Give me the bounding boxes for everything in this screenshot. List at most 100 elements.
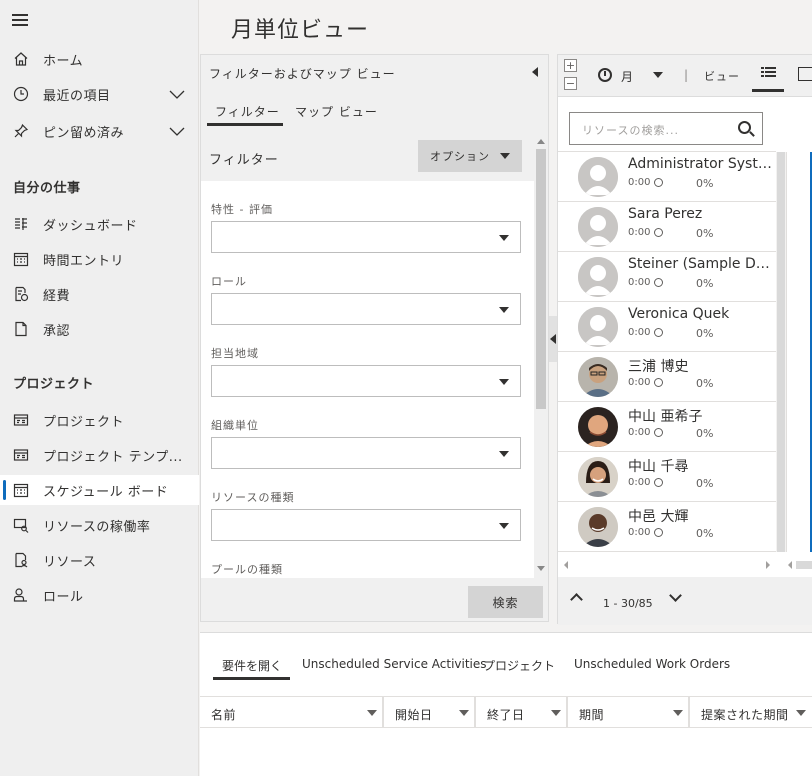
resource-row[interactable]: Sara Perez 0:00 0% bbox=[558, 202, 776, 252]
resource-row[interactable]: Veronica Quek 0:00 0% bbox=[558, 302, 776, 352]
sidebar-item-project-templates[interactable]: プロジェクト テンプ... bbox=[0, 440, 199, 470]
column-header-duration[interactable]: 期間 bbox=[568, 697, 690, 727]
column-label: 期間 bbox=[579, 708, 605, 722]
chevron-down-icon[interactable] bbox=[669, 589, 682, 602]
hamburger-menu-icon[interactable] bbox=[12, 14, 28, 26]
tab-projects[interactable]: プロジェクト bbox=[483, 657, 555, 674]
active-tab-indicator bbox=[213, 677, 290, 680]
sidebar-item-schedule-board[interactable]: スケジュール ボード bbox=[0, 475, 199, 505]
list-view-icon[interactable] bbox=[753, 55, 784, 91]
clock-icon bbox=[598, 68, 612, 82]
chevron-down-icon[interactable] bbox=[169, 123, 185, 139]
filter-panel-header: フィルターおよびマップ ビュー bbox=[209, 67, 396, 81]
clock-icon bbox=[654, 478, 663, 487]
scroll-thumb[interactable] bbox=[796, 561, 812, 569]
sidebar-item-time-entry[interactable]: 時間エントリ bbox=[0, 244, 199, 274]
resource-utilization: 0% bbox=[696, 427, 714, 440]
panel-splitter[interactable] bbox=[549, 316, 557, 362]
zoom-in-button[interactable]: + bbox=[564, 59, 577, 72]
sidebar-item-resources[interactable]: リソース bbox=[0, 545, 199, 575]
scroll-right-icon[interactable] bbox=[766, 561, 770, 569]
clock-icon bbox=[654, 528, 663, 537]
resource-row[interactable]: 中邑 大輝 0:00 0% bbox=[558, 502, 776, 552]
grid-view-icon[interactable] bbox=[798, 67, 812, 81]
sidebar-item-approval[interactable]: 承認 bbox=[0, 314, 199, 344]
pager-label: 1 - 30/85 bbox=[603, 597, 653, 610]
scroll-left-icon[interactable] bbox=[788, 561, 792, 569]
timeline-area[interactable] bbox=[786, 152, 812, 552]
resource-row[interactable]: 三浦 博史 0:00 0% bbox=[558, 352, 776, 402]
resource-row[interactable]: 中山 千尋 0:00 0% bbox=[558, 452, 776, 502]
role-select[interactable] bbox=[211, 293, 521, 325]
column-header-start-date[interactable]: 開始日 bbox=[384, 697, 476, 727]
scroll-left-icon[interactable] bbox=[564, 561, 568, 569]
caret-down-icon bbox=[499, 235, 509, 241]
column-label: 名前 bbox=[211, 708, 237, 722]
column-header-end-date[interactable]: 終了日 bbox=[476, 697, 568, 727]
options-button[interactable]: オプション bbox=[418, 140, 522, 172]
caret-down-icon[interactable] bbox=[796, 710, 806, 716]
pin-icon bbox=[11, 121, 31, 141]
resource-list-scrollbar[interactable] bbox=[776, 152, 786, 552]
resource-hours: 0:00 bbox=[628, 327, 651, 338]
column-divider bbox=[451, 697, 475, 727]
territory-select[interactable] bbox=[211, 365, 521, 397]
sidebar-item-roles[interactable]: ロール bbox=[0, 580, 199, 610]
scroll-thumb[interactable] bbox=[777, 152, 785, 552]
tab-open-requirements[interactable]: 要件を開く bbox=[222, 657, 282, 674]
sidebar-item-projects[interactable]: プロジェクト bbox=[0, 405, 199, 435]
sidebar-item-label: ホーム bbox=[43, 53, 84, 69]
requirements-panel: 要件を開く Unscheduled Service Activities プロジ… bbox=[200, 632, 812, 776]
tab-unscheduled-service-activities[interactable]: Unscheduled Service Activities bbox=[302, 657, 487, 671]
tab-map-view[interactable]: マップ ビュー bbox=[295, 103, 378, 120]
resource-row[interactable]: 中山 亜希子 0:00 0% bbox=[558, 402, 776, 452]
resource-search-input[interactable]: リソースの検索... bbox=[569, 112, 763, 145]
search-button[interactable]: 検索 bbox=[468, 586, 543, 618]
collapse-panel-icon[interactable] bbox=[532, 67, 538, 77]
scroll-up-icon[interactable] bbox=[537, 139, 545, 144]
search-icon[interactable] bbox=[738, 121, 751, 134]
sidebar-item-recent[interactable]: 最近の項目 bbox=[0, 79, 199, 109]
chevron-up-icon[interactable] bbox=[570, 593, 583, 606]
resource-row[interactable]: Steiner (Sample Dat... 0:00 0% bbox=[558, 252, 776, 302]
sidebar-item-home[interactable]: ホーム bbox=[0, 44, 199, 74]
sidebar-item-label: リソースの稼働率 bbox=[43, 519, 151, 535]
timescale-month[interactable]: 月 bbox=[621, 68, 633, 85]
resource-list: Administrator System 0:00 0% Sara Perez … bbox=[558, 152, 776, 557]
column-divider bbox=[665, 697, 689, 727]
chevron-down-icon[interactable] bbox=[169, 86, 185, 102]
resource-name: 三浦 博史 bbox=[628, 359, 689, 375]
sidebar-item-dashboard[interactable]: ダッシュボード bbox=[0, 209, 199, 239]
home-icon bbox=[11, 49, 31, 69]
expense-icon bbox=[11, 284, 31, 304]
clock-icon bbox=[654, 178, 663, 187]
tab-unscheduled-work-orders[interactable]: Unscheduled Work Orders bbox=[574, 657, 730, 671]
scroll-down-icon[interactable] bbox=[537, 566, 545, 571]
scroll-thumb[interactable] bbox=[536, 149, 546, 409]
timeline-horizontal-scrollbar[interactable] bbox=[786, 559, 812, 571]
zoom-out-button[interactable]: − bbox=[564, 77, 577, 90]
column-header-proposed-duration[interactable]: 提案された期間 bbox=[690, 697, 812, 727]
resource-hours: 0:00 bbox=[628, 527, 651, 538]
resource-hours: 0:00 bbox=[628, 277, 651, 288]
org-unit-select[interactable] bbox=[211, 437, 521, 469]
collapse-left-icon[interactable] bbox=[550, 334, 556, 344]
characteristic-select[interactable] bbox=[211, 221, 521, 253]
dashboard-icon bbox=[11, 214, 31, 234]
field-label-territory: 担当地域 bbox=[211, 347, 259, 360]
resource-horizontal-scrollbar[interactable] bbox=[562, 559, 774, 571]
sidebar-item-pinned[interactable]: ピン留め済み bbox=[0, 116, 199, 146]
options-label: オプション bbox=[430, 150, 490, 163]
caret-down-icon bbox=[499, 379, 509, 385]
resource-row[interactable]: Administrator System 0:00 0% bbox=[558, 152, 776, 202]
resource-name: Administrator System bbox=[628, 156, 776, 172]
default-avatar-icon bbox=[578, 207, 618, 247]
timescale-dropdown-icon[interactable] bbox=[653, 72, 663, 78]
schedule-board: + − 月 | ビュー リソースの検索... Administrator Sys… bbox=[557, 54, 812, 625]
resource-type-select[interactable] bbox=[211, 509, 521, 541]
sidebar-item-expense[interactable]: 経費 bbox=[0, 279, 199, 309]
tab-filter[interactable]: フィルター bbox=[215, 103, 280, 120]
sidebar-item-resource-utilization[interactable]: リソースの稼働率 bbox=[0, 510, 199, 540]
column-header-name[interactable]: 名前 bbox=[200, 697, 384, 727]
filter-scrollbar[interactable] bbox=[534, 135, 548, 575]
